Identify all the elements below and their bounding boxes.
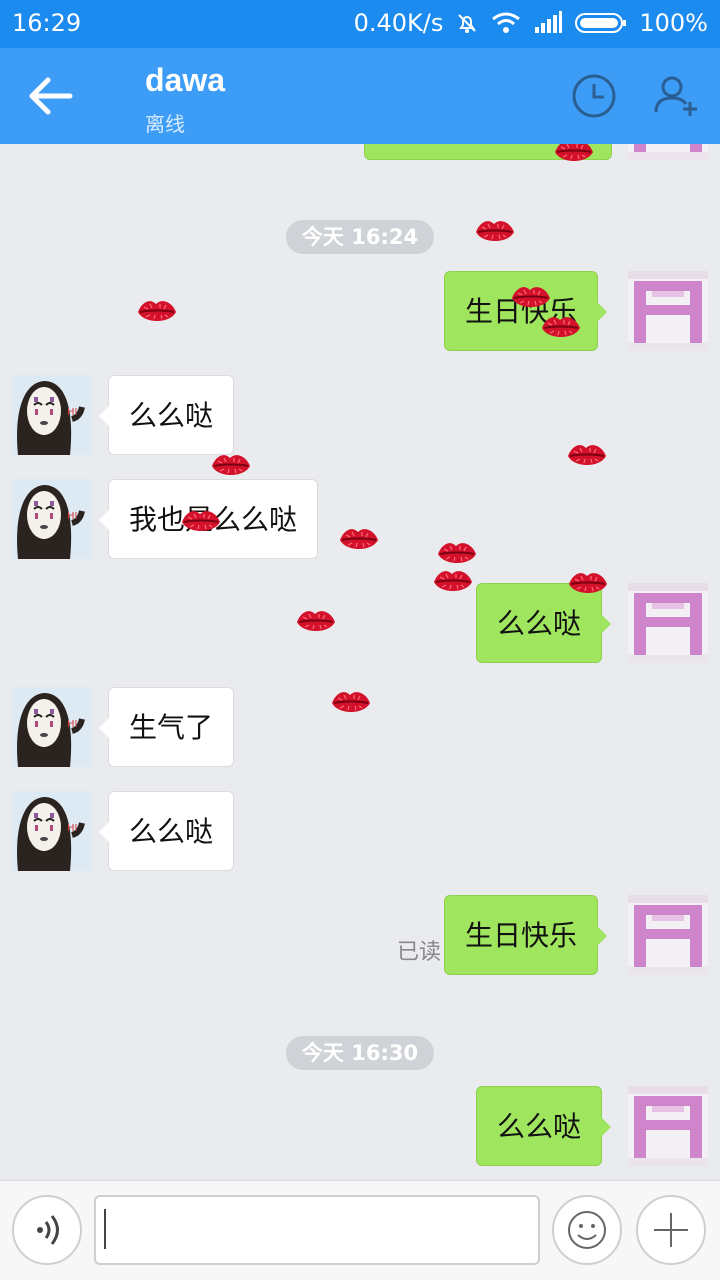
contact-name: dawa: [145, 62, 226, 98]
kiss-lips-icon: [432, 566, 474, 598]
message-input[interactable]: [94, 1195, 540, 1265]
kiss-lips-icon: [474, 216, 516, 248]
my-avatar[interactable]: [628, 271, 708, 351]
back-button[interactable]: [22, 70, 78, 122]
arrow-left-icon: [29, 77, 73, 115]
message-bubble-out[interactable]: 生日快乐: [444, 895, 608, 975]
timestamp: 今天 16:30: [285, 1036, 435, 1070]
emoji-button[interactable]: [552, 1195, 622, 1265]
kiss-lips-icon: [136, 296, 178, 328]
bell-off-icon: [455, 11, 479, 35]
message-bubble-out[interactable]: 么么哒: [476, 583, 612, 663]
contact-avatar[interactable]: [12, 791, 92, 871]
message-bubble-in[interactable]: 我也是么么哒: [98, 479, 319, 559]
net-speed: 0.40K/s: [353, 9, 444, 37]
my-avatar[interactable]: [628, 1086, 708, 1166]
message-bubble-in[interactable]: 生气了: [98, 687, 235, 767]
message-list[interactable]: 今天 16:24 生日快乐 么么哒 我也是么么哒 么么哒 生气了 么么哒 已读 …: [0, 144, 720, 1180]
signal-icon: [533, 11, 563, 35]
status-bar: 16:29 0.40K/s 100%: [0, 0, 720, 48]
battery-level: 100%: [639, 9, 708, 37]
my-avatar[interactable]: [628, 895, 708, 975]
kiss-lips-icon: [436, 538, 478, 570]
message-bubble-in[interactable]: 么么哒: [98, 375, 235, 455]
contact-avatar[interactable]: [12, 479, 92, 559]
message-bubble-out[interactable]: 生日快乐: [444, 271, 608, 351]
chat-header: dawa 离线: [0, 48, 720, 144]
read-receipt: 已读: [397, 940, 442, 965]
wifi-icon: [491, 11, 521, 35]
contact-avatar[interactable]: [12, 687, 92, 767]
status-right: 0.40K/s 100%: [354, 9, 708, 37]
message-bubble-in[interactable]: 么么哒: [98, 791, 235, 871]
battery-icon: [575, 11, 627, 35]
timestamp: 今天 16:24: [285, 220, 435, 254]
add-user-button[interactable]: [652, 72, 700, 120]
message-bubble-out[interactable]: 么么哒: [476, 1086, 612, 1166]
add-user-icon: [654, 76, 697, 116]
smiley-icon: [568, 1211, 606, 1249]
contact-avatar[interactable]: [12, 375, 92, 455]
kiss-lips-icon: [566, 440, 608, 472]
input-bar: [0, 1180, 720, 1280]
message-bubble-partial[interactable]: [364, 144, 612, 160]
my-avatar[interactable]: [628, 583, 708, 663]
more-button[interactable]: [636, 1195, 706, 1265]
contact-status: 离线: [145, 112, 185, 136]
kiss-lips-icon: [330, 687, 372, 719]
voice-button[interactable]: [12, 1195, 82, 1265]
text-caret: [104, 1209, 106, 1249]
status-time: 16:29: [12, 9, 82, 37]
my-avatar[interactable]: [628, 144, 708, 160]
clock-icon: [572, 74, 616, 118]
history-button[interactable]: [570, 72, 618, 120]
voice-icon: [37, 1215, 59, 1245]
kiss-lips-icon: [295, 606, 337, 638]
plus-icon: [654, 1213, 688, 1247]
kiss-lips-icon: [338, 524, 380, 556]
